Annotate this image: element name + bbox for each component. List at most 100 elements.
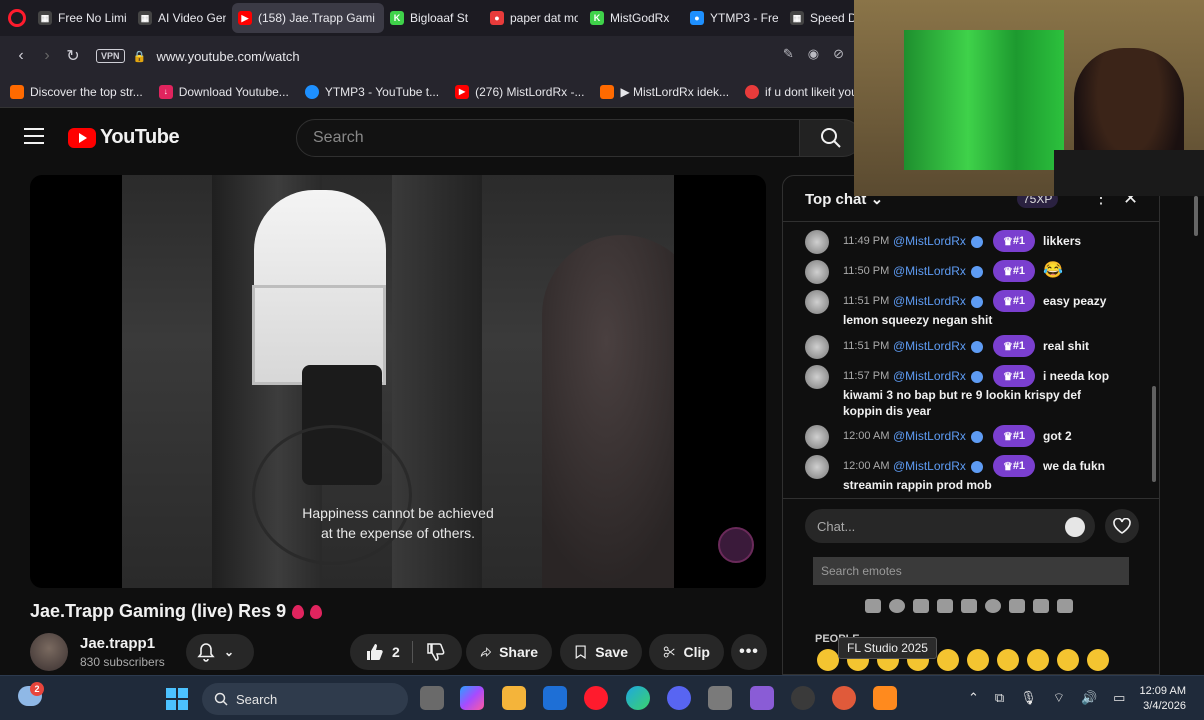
emote-category-icon[interactable] bbox=[985, 599, 1001, 613]
emoji-icon[interactable] bbox=[1065, 517, 1085, 537]
app-icon[interactable] bbox=[832, 686, 856, 710]
speed-dial-icon: ▦ bbox=[790, 11, 804, 25]
obs-icon[interactable] bbox=[791, 686, 815, 710]
opera-icon[interactable] bbox=[584, 686, 608, 710]
clip-button[interactable]: Clip bbox=[649, 634, 724, 670]
webcam-overlay[interactable] bbox=[854, 0, 1204, 196]
discord-icon[interactable] bbox=[667, 686, 691, 710]
chat-author[interactable]: @MistLordRx bbox=[893, 294, 966, 308]
tab-1[interactable]: ▦AI Video Gener bbox=[132, 3, 232, 33]
tab-0[interactable]: ▦Free No Limit A bbox=[32, 3, 132, 33]
channel-avatar[interactable] bbox=[30, 633, 68, 671]
chat-input[interactable]: Chat... bbox=[805, 509, 1095, 543]
emoji-icon[interactable] bbox=[997, 649, 1019, 671]
chat-scrollbar[interactable] bbox=[1152, 386, 1156, 482]
chat-author[interactable]: @MistLordRx bbox=[893, 429, 966, 443]
chat-author[interactable]: @MistLordRx bbox=[893, 234, 966, 248]
taskbar-tooltip: FL Studio 2025 bbox=[838, 637, 937, 659]
chat-author[interactable]: @MistLordRx bbox=[893, 264, 966, 278]
emote-category-icon[interactable] bbox=[889, 599, 905, 613]
more-icon: ••• bbox=[739, 643, 759, 660]
menu-icon[interactable] bbox=[24, 128, 44, 144]
vpn-badge[interactable]: VPN bbox=[96, 49, 125, 63]
emote-category-icon[interactable] bbox=[1057, 599, 1073, 613]
member-badge: ♛ #1 bbox=[993, 455, 1035, 477]
youtube-logo[interactable]: YouTube bbox=[68, 126, 180, 149]
channel-name[interactable]: Jae.trapp1 bbox=[80, 635, 155, 652]
fl-studio-icon[interactable] bbox=[873, 686, 897, 710]
tab-4[interactable]: ●paper dat mon bbox=[484, 3, 584, 33]
edge-icon[interactable] bbox=[626, 686, 650, 710]
shield-icon[interactable]: ⊘ bbox=[833, 46, 844, 62]
chat-author[interactable]: @MistLordRx bbox=[893, 459, 966, 473]
save-button[interactable]: Save bbox=[560, 634, 642, 670]
chevron-up-icon[interactable]: ⌃ bbox=[968, 690, 979, 706]
mail-icon[interactable] bbox=[543, 686, 567, 710]
edit-icon[interactable]: ✎ bbox=[783, 46, 794, 62]
emoji-icon[interactable] bbox=[1087, 649, 1109, 671]
emote-category-icon[interactable] bbox=[913, 599, 929, 613]
lock-icon[interactable]: 🔒 bbox=[133, 43, 147, 69]
kick-favicon-icon: K bbox=[590, 11, 604, 25]
page-scrollbar[interactable] bbox=[1194, 196, 1198, 236]
bookmark-item[interactable]: ▶ MistLordRx idek... bbox=[600, 84, 729, 99]
emoji-icon[interactable] bbox=[1027, 649, 1049, 671]
chevron-down-icon: ⌄ bbox=[224, 645, 235, 659]
share-button[interactable]: Share bbox=[466, 634, 552, 670]
wifi-icon[interactable]: ⌔ bbox=[1053, 690, 1065, 706]
channel-watermark-icon[interactable] bbox=[718, 527, 754, 563]
emoji-icon[interactable] bbox=[967, 649, 989, 671]
thumbs-down-icon[interactable] bbox=[425, 642, 445, 662]
chat-author[interactable]: @MistLordRx bbox=[893, 369, 966, 383]
emote-category-icon[interactable] bbox=[937, 599, 953, 613]
clock[interactable]: 12:09 AM 3/4/2026 bbox=[1130, 684, 1186, 714]
emoji-icon[interactable] bbox=[1057, 649, 1079, 671]
tab-3[interactable]: K Bigloaaf St bbox=[384, 3, 484, 33]
notifications-button[interactable]: ⌄ bbox=[186, 634, 254, 670]
tab-6[interactable]: ●YTMP3 - Free Y bbox=[684, 3, 784, 33]
tab-5[interactable]: K MistGodRx bbox=[584, 3, 684, 33]
bookmark-item[interactable]: ↓ Download Youtube... bbox=[158, 84, 289, 99]
battery-icon[interactable]: ▭ bbox=[1113, 690, 1125, 706]
like-button[interactable]: 2 bbox=[364, 642, 400, 662]
address-bar-actions: ✎ ◉ ⊘ bbox=[783, 46, 844, 62]
camera-icon[interactable]: ◉ bbox=[808, 46, 819, 62]
emoji-icon[interactable] bbox=[937, 649, 959, 671]
search-button[interactable] bbox=[800, 119, 862, 157]
chat-author[interactable]: @MistLordRx bbox=[893, 339, 966, 353]
emote-search-input[interactable]: Search emotes bbox=[813, 557, 1129, 585]
emote-category-icon[interactable] bbox=[1009, 599, 1025, 613]
tab-active[interactable]: ▶ (158) Jae.Trapp Gami bbox=[232, 3, 384, 33]
dropbox-icon[interactable]: ⧉ bbox=[995, 690, 1004, 706]
forward-icon[interactable]: › bbox=[34, 43, 60, 69]
video-player[interactable]: Happiness cannot be achieved at the expe… bbox=[30, 175, 766, 588]
microphone-icon[interactable]: 🎙 bbox=[1020, 690, 1037, 706]
bookmark-item[interactable]: ▶ (276) MistLordRx -... bbox=[455, 84, 584, 99]
live-chat-panel: Top chat ⌄ 75XP ⋮ ✕ 11:49 PM @MistLordRx… bbox=[782, 175, 1160, 675]
search-input[interactable]: Search bbox=[296, 119, 800, 157]
emote-category-icon[interactable] bbox=[1033, 599, 1049, 613]
emoji-icon[interactable] bbox=[817, 649, 839, 671]
avatar bbox=[805, 290, 829, 314]
member-badge: ♛ #1 bbox=[993, 425, 1035, 447]
copilot-icon[interactable] bbox=[460, 686, 484, 710]
bookmark-item[interactable]: YTMP3 - YouTube t... bbox=[304, 84, 439, 99]
task-view-icon[interactable] bbox=[420, 686, 444, 710]
heart-button[interactable] bbox=[1105, 509, 1139, 543]
camera-icon[interactable] bbox=[708, 686, 732, 710]
taskbar-search[interactable]: Search bbox=[202, 683, 408, 715]
more-actions-button[interactable]: ••• bbox=[731, 634, 767, 670]
reload-icon[interactable]: ↻ bbox=[60, 43, 86, 69]
back-icon[interactable]: ‹ bbox=[8, 43, 34, 69]
opera-logo-icon[interactable] bbox=[8, 9, 26, 27]
avatar bbox=[805, 230, 829, 254]
windows-start-icon[interactable] bbox=[166, 688, 188, 710]
file-explorer-icon[interactable] bbox=[502, 686, 526, 710]
clipchamp-icon[interactable] bbox=[750, 686, 774, 710]
emote-category-icon[interactable] bbox=[865, 599, 881, 613]
bookmark-item[interactable]: Discover the top str... bbox=[10, 84, 143, 99]
url-field[interactable]: www.youtube.com/watch bbox=[157, 49, 300, 64]
heart-icon bbox=[1113, 518, 1131, 534]
emote-category-icon[interactable] bbox=[961, 599, 977, 613]
volume-icon[interactable]: 🔊 bbox=[1081, 690, 1097, 706]
